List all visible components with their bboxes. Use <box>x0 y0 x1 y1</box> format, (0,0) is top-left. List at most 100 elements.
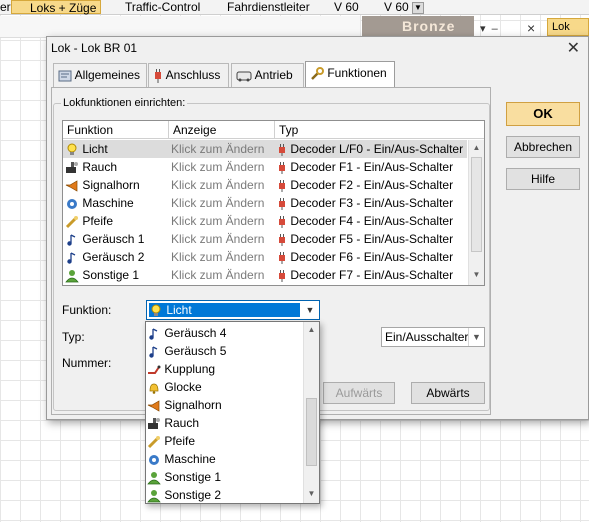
whistle-icon <box>147 435 160 448</box>
dropdown-option[interactable]: Sonstige 2 <box>147 486 304 503</box>
dropdown-scrollbar[interactable]: ▲ ▼ <box>303 322 319 503</box>
list-row[interactable]: Geräusch 2 Klick zum Ändern Decoder F6 - … <box>63 248 467 266</box>
scroll-down-icon[interactable]: ▼ <box>304 486 319 502</box>
abwaerts-button[interactable]: Abwärts <box>411 382 485 404</box>
taskbar-item-loks-zuege[interactable]: Loks + Züge <box>11 0 102 15</box>
cell-anzeige[interactable]: Klick zum Ändern <box>171 248 275 266</box>
cell-anzeige[interactable]: Klick zum Ändern <box>171 176 275 194</box>
plug-icon <box>279 215 285 228</box>
plug-icon <box>279 233 285 246</box>
list-row[interactable]: Licht Klick zum Ändern Decoder L/F0 - Ein… <box>63 140 467 158</box>
taskbar-overflow-button[interactable]: ▼ <box>412 2 424 14</box>
function-name: Geräusch 1 <box>82 232 145 246</box>
taskbar-item-fahrdienstleiter[interactable]: Fahrdienstleiter <box>209 0 310 14</box>
dropdown-option[interactable]: Geräusch 5 <box>147 342 304 360</box>
function-type: Decoder F3 - Ein/Aus-Schalter <box>290 196 454 210</box>
plug-icon <box>155 68 161 83</box>
cell-anzeige[interactable]: Klick zum Ändern <box>171 158 275 176</box>
close-icon[interactable]: ✕ <box>567 38 580 58</box>
nummer-label: Nummer: <box>62 356 112 370</box>
taskbar-item-v60-b[interactable]: V 60 <box>366 0 409 14</box>
settings-icon <box>58 70 72 82</box>
taskbar-item-partial[interactable]: er <box>0 0 11 14</box>
option-label: Geräusch 5 <box>164 344 227 358</box>
column-header-anzeige[interactable]: Anzeige <box>169 121 275 139</box>
list-row[interactable]: Maschine Klick zum Ändern Decoder F3 - Ei… <box>63 194 467 212</box>
typ-label: Typ: <box>62 330 85 344</box>
abbrechen-button[interactable]: Abbrechen <box>506 136 580 158</box>
scroll-thumb[interactable] <box>306 398 317 466</box>
bronze-badge: Bronze <box>362 16 474 36</box>
cell-funktion: Signalhorn <box>65 176 169 194</box>
tab-anschluss[interactable]: Anschluss <box>148 63 229 87</box>
dropdown-option[interactable]: Rauch <box>147 414 304 432</box>
cell-typ: Decoder F1 - Ein/Aus-Schalter <box>277 158 467 176</box>
scroll-thumb[interactable] <box>471 157 482 252</box>
dropdown-option[interactable]: Geräusch 4 <box>147 324 304 342</box>
taskbar-item-label: V 60 <box>384 0 409 14</box>
minimize-icon[interactable]: ▾ – <box>480 22 498 35</box>
taskbar-item-traffic-control[interactable]: Traffic-Control <box>107 0 200 14</box>
ok-button[interactable]: OK <box>506 102 580 126</box>
tab-funktionen[interactable]: Funktionen <box>305 61 395 88</box>
cell-typ: Decoder F3 - Ein/Aus-Schalter <box>277 194 467 212</box>
column-header-typ[interactable]: Typ <box>275 121 484 139</box>
close-icon[interactable]: × <box>527 20 535 36</box>
train-icon <box>236 71 252 82</box>
dropdown-option[interactable]: Signalhorn <box>147 396 304 414</box>
column-header-funktion[interactable]: Funktion <box>63 121 169 139</box>
tab-allgemeines[interactable]: Allgemeines <box>53 63 147 87</box>
tab-label: Antrieb <box>254 68 293 82</box>
function-type: Decoder F4 - Ein/Aus-Schalter <box>290 214 454 228</box>
funktion-label: Funktion: <box>62 303 112 317</box>
funktion-dropdown-list[interactable]: Geräusch 4 Geräusch 5 Kupplung Glocke Si… <box>145 321 320 504</box>
scroll-down-icon[interactable]: ▼ <box>469 267 484 283</box>
dropdown-option[interactable]: Glocke <box>147 378 304 396</box>
list-row[interactable]: Sonstige 1 Klick zum Ändern Decoder F7 - … <box>63 266 467 284</box>
lok-window-tab[interactable]: Lok <box>547 18 589 36</box>
functions-list[interactable]: Funktion Anzeige Typ Licht Klick zum Ände… <box>62 120 485 286</box>
option-label: Kupplung <box>164 362 216 376</box>
cell-anzeige[interactable]: Klick zum Ändern <box>171 212 275 230</box>
cell-typ: Decoder F2 - Ein/Aus-Schalter <box>277 176 467 194</box>
chevron-down-icon[interactable]: ▼ <box>468 328 484 346</box>
cell-anzeige[interactable]: Klick zum Ändern <box>171 140 275 158</box>
smoke-icon <box>148 417 160 429</box>
note-icon <box>149 346 158 358</box>
cell-funktion: Rauch <box>65 158 169 176</box>
function-type: Decoder F6 - Ein/Aus-Schalter <box>290 250 454 264</box>
list-scrollbar[interactable]: ▲ ▼ <box>468 140 484 285</box>
dropdown-option[interactable]: Pfeife <box>147 432 304 450</box>
list-row[interactable]: Rauch Klick zum Ändern Decoder F1 - Ein/A… <box>63 158 467 176</box>
wrench-icon <box>311 66 324 80</box>
cell-anzeige[interactable]: Klick zum Ändern <box>171 266 275 284</box>
funktion-select[interactable]: Licht ▼ <box>146 300 320 320</box>
cell-anzeige[interactable]: Klick zum Ändern <box>171 230 275 248</box>
funktion-selected: Licht <box>149 303 300 317</box>
cell-funktion: Geräusch 1 <box>65 230 169 248</box>
taskbar-item-v60-a[interactable]: V 60 <box>316 0 359 14</box>
dropdown-option[interactable]: Kupplung <box>147 360 304 378</box>
tab-label: Funktionen <box>327 66 387 80</box>
plug-icon <box>279 143 285 156</box>
option-label: Sonstige 2 <box>164 488 222 502</box>
typ-select[interactable]: Ein/Ausschalter ▼ <box>381 327 485 347</box>
function-type: Decoder F5 - Ein/Aus-Schalter <box>290 232 454 246</box>
dropdown-option[interactable]: Sonstige 1 <box>147 468 304 486</box>
list-row[interactable]: Signalhorn Klick zum Ändern Decoder F2 - … <box>63 176 467 194</box>
tab-antrieb[interactable]: Antrieb <box>231 63 304 87</box>
taskbar: er Loks + Züge Traffic-Control Fahrdiens… <box>0 0 589 15</box>
dropdown-option[interactable]: Maschine <box>147 450 304 468</box>
cell-typ: Decoder L/F0 - Ein/Aus-Schalter <box>277 140 467 158</box>
list-row[interactable]: Geräusch 1 Klick zum Ändern Decoder F5 - … <box>63 230 467 248</box>
bulb-icon <box>151 304 161 316</box>
option-label: Rauch <box>164 416 200 430</box>
list-row[interactable]: Pfeife Klick zum Ändern Decoder F4 - Ein/… <box>63 212 467 230</box>
hilfe-button[interactable]: Hilfe <box>506 168 580 190</box>
scroll-up-icon[interactable]: ▲ <box>469 140 484 156</box>
scroll-up-icon[interactable]: ▲ <box>304 322 319 338</box>
coupling-icon <box>148 365 161 374</box>
chevron-down-icon[interactable]: ▼ <box>302 302 318 318</box>
cell-anzeige[interactable]: Klick zum Ändern <box>171 194 275 212</box>
aufwaerts-button[interactable]: Aufwärts <box>323 382 395 404</box>
